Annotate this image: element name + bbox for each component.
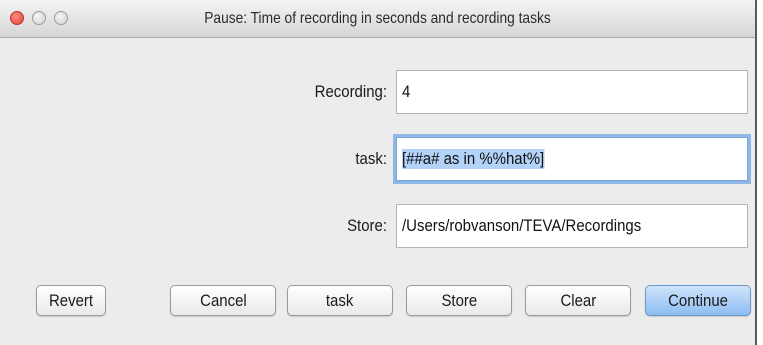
task-field[interactable]: [##a# as in %%hat%] [396,137,748,181]
cancel-button[interactable]: Cancel [170,285,276,316]
revert-button[interactable]: Revert [36,285,106,316]
close-window-icon[interactable] [10,11,24,25]
recording-field[interactable]: 4 [396,70,748,114]
task-button[interactable]: task [287,285,393,316]
title-bar: Pause: Time of recording in seconds and … [0,0,755,38]
store-button[interactable]: Store [406,285,512,316]
task-label: task: [355,149,387,168]
window-title: Pause: Time of recording in seconds and … [204,10,551,27]
store-value: /Users/robvanson/TEVA/Recordings [402,216,642,235]
store-field[interactable]: /Users/robvanson/TEVA/Recordings [396,204,748,248]
continue-button[interactable]: Continue [645,285,751,316]
clear-button[interactable]: Clear [525,285,631,316]
dialog-window: Pause: Time of recording in seconds and … [0,0,757,345]
task-value: [##a# as in %%hat%] [402,149,545,169]
recording-label: Recording: [314,82,387,101]
minimize-window-icon[interactable] [32,11,46,25]
store-label: Store: [347,216,387,235]
recording-value: 4 [402,82,411,101]
